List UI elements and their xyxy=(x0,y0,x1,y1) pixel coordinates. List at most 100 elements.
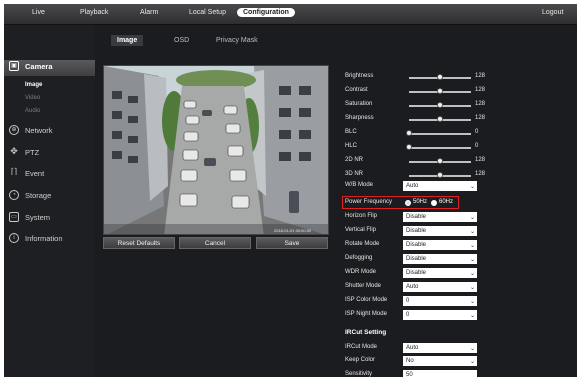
tab-image[interactable]: Image xyxy=(111,35,144,46)
select-label: Vertical Flip xyxy=(345,227,377,233)
select-dropdown[interactable]: Disable ⌄ xyxy=(403,254,477,264)
nav-live[interactable]: Live xyxy=(32,9,45,16)
sidebar-item-label: Information xyxy=(25,234,63,243)
camera-icon: ▣ xyxy=(9,61,19,71)
sidebar-item-information[interactable]: i Information xyxy=(4,232,95,246)
nav-playback[interactable]: Playback xyxy=(80,9,108,16)
sidebar-item-event[interactable]: ⌈⌉ Event xyxy=(4,167,95,181)
select-dropdown[interactable]: Disable ⌄ xyxy=(403,212,477,222)
select-dropdown[interactable]: Auto ⌄ xyxy=(403,282,477,292)
sidebar-item-label: Event xyxy=(25,169,45,178)
select-dropdown[interactable]: Disable ⌄ xyxy=(403,268,477,278)
main-content: Image OSD Privacy Mask 2018-01-01 00:00:… xyxy=(95,25,577,377)
logout-link[interactable]: Logout xyxy=(542,9,563,16)
chevron-down-icon: ⌄ xyxy=(469,271,475,277)
sidebar-item-network[interactable]: ⊕ Network xyxy=(4,124,95,138)
ircut-value: No xyxy=(406,358,414,364)
slider-label: Sharpness xyxy=(345,115,374,121)
select-value: Auto xyxy=(406,284,419,290)
select-value: 0 xyxy=(406,312,410,318)
tab-privacy-mask[interactable]: Privacy Mask xyxy=(210,35,264,46)
select-row: Vertical Flip Disable ⌄ xyxy=(345,226,577,238)
ircut-select[interactable]: Auto ⌄ xyxy=(403,343,477,353)
slider-track[interactable] xyxy=(409,172,471,178)
select-dropdown[interactable]: Disable ⌄ xyxy=(403,240,477,250)
select-label: Rotate Mode xyxy=(345,241,380,247)
select-row: ISP Night Mode 0 ⌄ xyxy=(345,310,577,322)
select-dropdown[interactable]: 0 ⌄ xyxy=(403,296,477,306)
slider-track[interactable] xyxy=(409,74,471,80)
sidebar-subitem-audio[interactable]: Audio xyxy=(25,108,40,114)
select-label: ISP Color Mode xyxy=(345,297,388,303)
sidebar-item-label: Camera xyxy=(25,62,53,71)
ircut-value: Auto xyxy=(406,345,419,351)
sidebar-item-label: PTZ xyxy=(25,148,40,157)
wb-mode-row: W/B Mode Auto ⌄ xyxy=(345,181,577,193)
slider-row: Saturation 128 xyxy=(345,100,577,112)
ircut-select[interactable]: No ⌄ xyxy=(403,356,477,366)
slider-knob[interactable] xyxy=(437,172,443,178)
sidebar-item-ptz[interactable]: ✥ PTZ xyxy=(4,146,95,160)
slider-knob[interactable] xyxy=(406,144,412,150)
chevron-down-icon: ⌄ xyxy=(469,285,475,291)
sidebar: ▣ Camera Image Video Audio ⊕ Network ✥ P… xyxy=(4,25,101,377)
radio-50hz[interactable] xyxy=(405,200,411,206)
sensitivity-label: Sensitivity xyxy=(345,371,373,377)
slider-knob[interactable] xyxy=(437,102,443,108)
reset-defaults-button[interactable]: Reset Defaults xyxy=(103,237,175,249)
sidebar-item-storage[interactable]: ◔ Storage xyxy=(4,189,95,203)
sensitivity-input[interactable]: 50 xyxy=(403,370,477,377)
slider-row: HLC 0 xyxy=(345,142,577,154)
cancel-button[interactable]: Cancel xyxy=(179,237,251,249)
chevron-down-icon: ⌄ xyxy=(469,359,475,365)
camera-preview[interactable]: 2018-01-01 00:00:00 xyxy=(103,65,329,235)
nav-local-setup[interactable]: Local Setup xyxy=(189,9,226,16)
slider-knob[interactable] xyxy=(406,130,412,136)
ptz-icon: ✥ xyxy=(10,146,18,156)
radio-60hz[interactable] xyxy=(431,200,437,206)
slider-knob[interactable] xyxy=(437,74,443,80)
slider-knob[interactable] xyxy=(437,116,443,122)
slider-track[interactable] xyxy=(409,88,471,94)
slider-value: 128 xyxy=(475,115,486,121)
power-frequency-row: Power Frequency 50Hz 60Hz xyxy=(345,198,577,210)
select-dropdown[interactable]: Disable ⌄ xyxy=(403,226,477,236)
slider-value: 0 xyxy=(475,143,479,149)
chevron-down-icon: ⌄ xyxy=(469,257,475,263)
nav-configuration[interactable]: Configuration xyxy=(237,8,295,17)
sidebar-item-camera[interactable]: ▣ Camera xyxy=(4,60,101,76)
select-value: Disable xyxy=(406,228,427,234)
ircut-row: Keep Color No ⌄ xyxy=(345,356,577,368)
ircut-label: IRCut Mode xyxy=(345,344,378,350)
chevron-down-icon: ⌄ xyxy=(469,299,475,305)
sidebar-subitem-image[interactable]: Image xyxy=(25,82,42,88)
sidebar-subitem-video[interactable]: Video xyxy=(25,95,40,101)
slider-track[interactable] xyxy=(406,144,471,150)
slider-track[interactable] xyxy=(409,102,471,108)
select-value: Disable xyxy=(406,214,427,220)
slider-track[interactable] xyxy=(409,158,471,164)
network-icon: ⊕ xyxy=(9,125,19,135)
app-window: Live Playback Alarm Local Setup Configur… xyxy=(4,4,577,377)
power-frequency-label: Power Frequency xyxy=(345,199,393,205)
sidebar-item-system[interactable]: ▭ System xyxy=(4,211,95,225)
select-dropdown[interactable]: 0 ⌄ xyxy=(403,310,477,320)
slider-knob[interactable] xyxy=(437,158,443,164)
nav-alarm[interactable]: Alarm xyxy=(140,9,158,16)
chevron-down-icon: ⌄ xyxy=(469,243,475,249)
tab-osd[interactable]: OSD xyxy=(168,35,195,46)
slider-value: 128 xyxy=(475,87,486,93)
slider-value: 0 xyxy=(475,129,479,135)
sidebar-item-label: System xyxy=(25,213,51,222)
save-button[interactable]: Save xyxy=(256,237,328,249)
select-value: Disable xyxy=(406,242,427,248)
slider-knob[interactable] xyxy=(437,88,443,94)
top-nav: Live Playback Alarm Local Setup Configur… xyxy=(4,4,577,25)
sidebar-item-label: Storage xyxy=(25,191,52,200)
slider-track[interactable] xyxy=(406,130,471,136)
slider-track[interactable] xyxy=(409,116,471,122)
wb-mode-select[interactable]: Auto ⌄ xyxy=(403,181,477,191)
slider-label: BLC xyxy=(345,129,357,135)
select-row: Shutter Mode Auto ⌄ xyxy=(345,282,577,294)
wb-mode-value: Auto xyxy=(406,183,419,189)
